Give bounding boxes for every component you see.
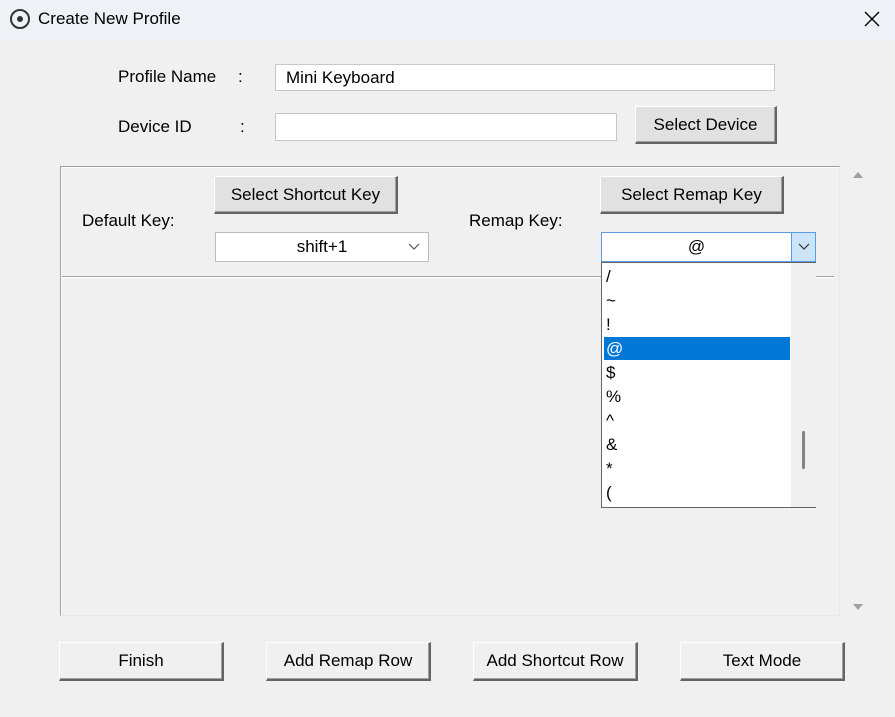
title-bar[interactable]: Create New Profile: [0, 0, 895, 40]
profile-name-input[interactable]: [275, 64, 775, 91]
remap-key-value: @: [687, 237, 706, 256]
add-remap-row-button[interactable]: Add Remap Row: [266, 642, 431, 681]
dropdown-scrollbar[interactable]: [791, 263, 816, 507]
select-shortcut-key-button[interactable]: Select Shortcut Key: [214, 176, 398, 214]
dropdown-option[interactable]: !: [604, 313, 790, 336]
dropdown-option[interactable]: @: [604, 337, 790, 360]
create-profile-window: Create New Profile Profile Name : Device…: [0, 0, 895, 717]
chevron-down-icon: [404, 233, 424, 261]
profile-name-colon: :: [238, 67, 243, 86]
dropdown-option[interactable]: $: [604, 361, 790, 384]
dropdown-option[interactable]: &: [604, 433, 790, 456]
add-shortcut-row-button[interactable]: Add Shortcut Row: [473, 642, 638, 681]
scroll-up-icon[interactable]: [851, 170, 865, 180]
device-id-colon: :: [240, 117, 245, 136]
select-remap-key-button[interactable]: Select Remap Key: [600, 176, 784, 214]
dropdown-scroll-thumb[interactable]: [802, 431, 805, 469]
default-key-select[interactable]: shift+1: [215, 232, 429, 262]
close-icon: [864, 11, 880, 27]
text-mode-button[interactable]: Text Mode: [680, 642, 845, 681]
window-title: Create New Profile: [38, 9, 181, 28]
chevron-down-icon: [791, 233, 815, 261]
device-id-label: Device ID: [118, 117, 192, 136]
app-icon: [10, 9, 30, 29]
default-key-value: shift+1: [296, 237, 348, 256]
scroll-down-icon[interactable]: [851, 602, 865, 612]
device-id-input[interactable]: [275, 113, 617, 141]
dropdown-option[interactable]: *: [604, 457, 790, 480]
profile-name-label: Profile Name: [118, 67, 217, 86]
dropdown-option[interactable]: ~: [604, 289, 790, 312]
dropdown-option[interactable]: %: [604, 385, 790, 408]
select-device-button[interactable]: Select Device: [635, 106, 777, 144]
default-key-label: Default Key:: [82, 211, 175, 230]
remap-key-select[interactable]: @: [601, 232, 816, 262]
remap-key-dropdown[interactable]: / ~! @ $% ^ & *(: [601, 262, 816, 508]
close-button[interactable]: [852, 0, 892, 38]
remap-key-label: Remap Key:: [469, 211, 563, 230]
dropdown-option[interactable]: ^: [604, 409, 790, 432]
dropdown-option[interactable]: (: [604, 481, 790, 504]
dropdown-option[interactable]: /: [604, 265, 790, 288]
finish-button[interactable]: Finish: [59, 642, 224, 681]
